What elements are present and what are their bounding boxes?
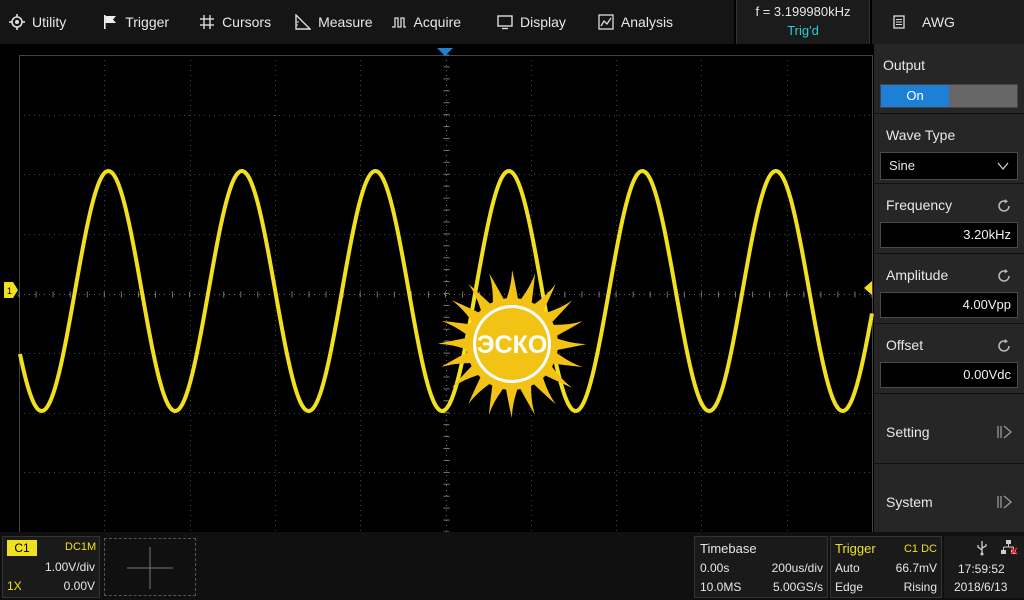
reset-icon[interactable] <box>996 198 1012 214</box>
menu-trigger[interactable]: Trigger <box>93 0 178 44</box>
menu-display[interactable]: Display <box>488 0 575 44</box>
pulse-icon <box>391 17 406 28</box>
menu-display-label: Display <box>520 14 566 30</box>
flag-icon <box>104 15 117 29</box>
trigger-slope: Rising <box>903 580 937 594</box>
chart-icon <box>598 14 614 30</box>
network-disconnected-icon[interactable] <box>1000 540 1018 556</box>
gear-icon <box>9 14 25 30</box>
menu-analysis[interactable]: Analysis <box>589 0 682 44</box>
setting-label: Setting <box>886 424 930 440</box>
crosshair-icon <box>200 15 215 29</box>
timebase-memory: 10.0MS <box>700 580 742 594</box>
esko-logo-text: ЭСКО <box>477 331 548 359</box>
channel-1-box[interactable]: C1 DC1M 1.00V/div 1X 0.00V <box>2 536 100 598</box>
trigger-box[interactable]: Trigger C1 DC Auto 66.7mV Edge Rising <box>830 536 942 598</box>
submenu-arrow-icon <box>997 495 1012 509</box>
menu-measure-label: Measure <box>318 14 373 30</box>
menu-measure[interactable]: Measure <box>286 0 381 44</box>
trigger-level-marker[interactable] <box>864 281 872 295</box>
amplitude-section: Amplitude 4.00Vpp <box>874 254 1024 324</box>
menu-analysis-label: Analysis <box>620 14 674 30</box>
usb-icon[interactable] <box>974 540 990 556</box>
frequency-section: Frequency 3.20kHz <box>874 184 1024 254</box>
frequency-readout: f = 3.199980kHz <box>755 4 851 19</box>
grid-lines <box>18 54 873 532</box>
plus-icon <box>127 547 173 589</box>
clock-date: 2018/6/13 <box>954 580 1008 594</box>
output-on-state: On <box>881 85 949 107</box>
menu-bar: Utility Trigger Cursors Measure Acquire … <box>0 0 734 44</box>
output-section: Output On <box>874 44 1024 114</box>
trigger-status: Trig'd <box>787 23 819 38</box>
trigger-position-marker[interactable] <box>437 48 453 56</box>
menu-utility-label: Utility <box>32 14 67 30</box>
clock-time: 17:59:52 <box>958 562 1005 576</box>
channel-1-offset: 0.00V <box>63 579 95 593</box>
menu-trigger-label: Trigger <box>125 14 170 30</box>
timebase-sample-rate: 5.00GS/s <box>772 580 823 594</box>
add-channel-button[interactable] <box>104 538 196 596</box>
document-icon <box>893 15 905 29</box>
wave-type-label: Wave Type <box>886 127 956 143</box>
menu-cursors[interactable]: Cursors <box>190 0 280 44</box>
reset-icon[interactable] <box>996 268 1012 284</box>
timebase-box[interactable]: Timebase 0.00s 200us/div 10.0MS 5.00GS/s <box>694 536 828 598</box>
menu-acquire-label: Acquire <box>413 14 462 30</box>
frequency-input[interactable]: 3.20kHz <box>880 222 1018 248</box>
offset-input[interactable]: 0.00Vdc <box>880 362 1018 388</box>
ruler-icon <box>295 14 312 30</box>
trigger-mode: Auto <box>835 561 860 575</box>
awg-panel: Output On Wave Type Sine Frequency 3.20k… <box>874 44 1024 532</box>
frequency-label: Frequency <box>886 197 953 213</box>
wave-type-select[interactable]: Sine <box>880 152 1018 180</box>
frequency-counter: f = 3.199980kHz Trig'd <box>736 0 870 44</box>
trigger-source: C1 DC <box>903 543 937 555</box>
timebase-scale: 200us/div <box>771 561 823 575</box>
menu-utility[interactable]: Utility <box>0 0 75 44</box>
channel-1-coupling: DC1M <box>65 541 97 553</box>
system-menu-item[interactable]: System <box>874 464 1024 532</box>
trigger-title: Trigger <box>835 541 876 556</box>
chevron-down-icon <box>997 162 1009 171</box>
system-label: System <box>886 494 933 510</box>
awg-title: AWG <box>922 14 955 30</box>
wave-type-value: Sine <box>889 158 916 173</box>
waveform-display[interactable]: 1 ЭСКО <box>0 44 874 532</box>
offset-label: Offset <box>886 337 924 353</box>
output-label: Output <box>883 57 926 73</box>
channel-1-scale: 1.00V/div <box>44 560 95 574</box>
bottom-bar: C1 DC1M 1.00V/div 1X 0.00V Timebase 0.00… <box>0 532 1024 600</box>
offset-section: Offset 0.00Vdc <box>874 324 1024 394</box>
trigger-type: Edge <box>835 580 864 594</box>
output-toggle[interactable]: On <box>880 84 1018 108</box>
waveform-grid: 1 ЭСКО <box>4 48 874 532</box>
monitor-icon <box>497 15 513 30</box>
channel-1-probe: 1X <box>7 579 22 593</box>
channel-1-marker[interactable]: 1 <box>4 282 18 298</box>
timebase-delay: 0.00s <box>700 561 730 575</box>
setting-menu-item[interactable]: Setting <box>874 394 1024 464</box>
amplitude-input[interactable]: 4.00Vpp <box>880 292 1018 318</box>
awg-header[interactable]: AWG <box>872 0 1024 44</box>
menu-cursors-label: Cursors <box>222 14 272 30</box>
system-status: 17:59:52 2018/6/13 <box>944 536 1024 598</box>
channel-1-marker-label: 1 <box>7 286 12 296</box>
channel-1-tag: C1 <box>7 540 37 556</box>
menu-acquire[interactable]: Acquire <box>382 0 470 44</box>
reset-icon[interactable] <box>996 338 1012 354</box>
amplitude-label: Amplitude <box>886 267 949 283</box>
timebase-title: Timebase <box>700 541 757 556</box>
submenu-arrow-icon <box>997 425 1012 439</box>
trigger-level: 66.7mV <box>895 561 937 575</box>
